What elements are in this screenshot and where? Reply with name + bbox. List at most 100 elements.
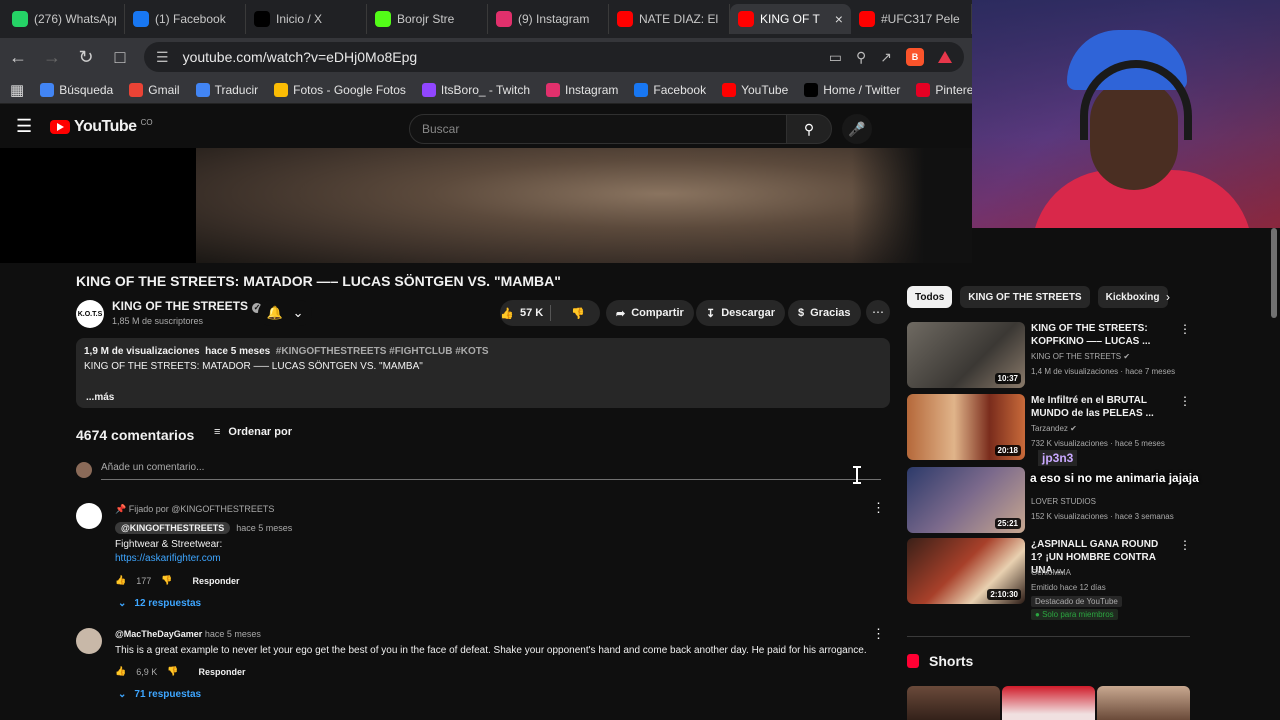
- site-settings-icon[interactable]: ☰: [156, 49, 169, 66]
- brave-shield-icon[interactable]: B: [906, 48, 924, 66]
- search-input[interactable]: Buscar: [409, 114, 787, 144]
- comment-author-avatar[interactable]: [76, 503, 102, 529]
- browser-tab[interactable]: Borojr Stre: [367, 4, 488, 34]
- comment-link[interactable]: https://askarifighter.com: [115, 553, 221, 564]
- channel-avatar[interactable]: K.O.T.S: [76, 300, 104, 328]
- url-text[interactable]: youtube.com/watch?v=eDHj0Mo8Epg: [183, 49, 815, 65]
- browser-tab[interactable]: NATE DIAZ: El: [609, 4, 730, 34]
- browser-tab[interactable]: KING OF T ×: [730, 4, 851, 34]
- browser-tab[interactable]: #UFC317 Pele: [851, 4, 972, 34]
- video-menu-icon[interactable]: ⋮: [1179, 322, 1191, 336]
- channel-name-text[interactable]: KING OF THE STREETS: [112, 299, 248, 313]
- voice-search-button[interactable]: 🎤: [842, 114, 872, 144]
- bookmark-item[interactable]: YouTube: [722, 82, 788, 97]
- short-thumbnail[interactable]: [1002, 686, 1095, 720]
- video-player[interactable]: [0, 148, 972, 263]
- youtube-logo[interactable]: YouTube CO: [50, 118, 153, 136]
- back-arrow-icon[interactable]: ←: [8, 47, 28, 68]
- scrollbar[interactable]: [1268, 228, 1280, 720]
- comment-author[interactable]: @KINGOFTHESTREETS: [115, 522, 231, 534]
- reload-icon[interactable]: ↻: [76, 47, 96, 68]
- share-button[interactable]: ➦ Compartir: [606, 300, 694, 326]
- bookmark-item[interactable]: ItsBoro_ - Twitch: [421, 82, 530, 97]
- thanks-button[interactable]: $ Gracias: [788, 300, 861, 326]
- chip-kickboxing[interactable]: Kickboxing: [1097, 286, 1168, 308]
- video-thumbnail[interactable]: 10:37: [907, 322, 1025, 388]
- video-channel-name[interactable]: Tarzandez: [1031, 424, 1068, 433]
- video-channel[interactable]: Tarzandez ✔: [1031, 424, 1077, 433]
- short-thumbnail[interactable]: [1097, 686, 1190, 720]
- apps-grid-icon[interactable]: ▦: [10, 81, 24, 99]
- comment-menu-icon[interactable]: ⋮: [872, 626, 885, 642]
- comment-like-icon[interactable]: 👍: [115, 666, 126, 677]
- browser-tab[interactable]: (276) WhatsApp: [4, 4, 125, 34]
- cast-icon[interactable]: ▭: [829, 49, 842, 66]
- add-comment-input[interactable]: Añade un comentario...: [101, 462, 881, 480]
- forward-arrow-icon[interactable]: →: [42, 47, 62, 68]
- chip-todos[interactable]: Todos: [907, 286, 953, 308]
- browser-tab[interactable]: (1) Facebook: [125, 4, 246, 34]
- sort-comments-button[interactable]: ≡ Ordenar por: [214, 426, 292, 438]
- scrollbar-thumb[interactable]: [1271, 228, 1277, 318]
- reply-button[interactable]: Responder: [198, 667, 245, 677]
- youtube-header: ☰ YouTube CO Buscar ⚲ 🎤: [0, 104, 972, 148]
- comment-menu-icon[interactable]: ⋮: [872, 500, 885, 516]
- chevron-right-icon[interactable]: ›: [1166, 290, 1170, 304]
- video-thumbnail[interactable]: 20:18: [907, 394, 1025, 460]
- browser-tab[interactable]: Inicio / X: [246, 4, 367, 34]
- search-button[interactable]: ⚲: [786, 114, 832, 144]
- comment-author[interactable]: @MacTheDayGamer: [115, 629, 202, 639]
- video-channel-name[interactable]: KING OF THE STREETS: [1031, 352, 1121, 361]
- bookmark-item[interactable]: Facebook: [634, 82, 706, 97]
- short-thumbnail[interactable]: [907, 686, 1000, 720]
- bookmark-icon[interactable]: □: [110, 47, 130, 68]
- comment-dislike-icon[interactable]: 👎: [167, 666, 178, 677]
- video-frame: [196, 148, 972, 263]
- video-title[interactable]: Me Infiltré en el BRUTAL MUNDO de las PE…: [1031, 394, 1171, 420]
- bookmark-item[interactable]: Pinterest - (: [916, 82, 972, 97]
- video-channel[interactable]: GenioMMA: [1031, 568, 1071, 577]
- bookmark-item[interactable]: Búsqueda: [40, 82, 113, 97]
- channel-name[interactable]: KING OF THE STREETS ✓: [112, 299, 263, 313]
- comment-author-avatar[interactable]: [76, 628, 102, 654]
- download-button[interactable]: ↧ Descargar: [696, 300, 786, 326]
- bookmark-item[interactable]: Gmail: [129, 82, 180, 97]
- close-tab-icon[interactable]: ×: [835, 11, 843, 27]
- zoom-icon[interactable]: ⚲: [856, 49, 866, 66]
- bookmark-item[interactable]: Fotos - Google Fotos: [274, 82, 406, 97]
- comment-dislike-icon[interactable]: 👎: [161, 575, 172, 586]
- thumbs-up-icon: 👍: [500, 307, 514, 320]
- more-actions-button[interactable]: ⋯: [866, 300, 890, 324]
- show-more-link[interactable]: ...más: [84, 392, 882, 403]
- comment-time[interactable]: hace 5 meses: [205, 629, 261, 639]
- shorts-icon: [907, 654, 919, 668]
- comment-like-icon[interactable]: 👍: [115, 575, 126, 586]
- share-icon[interactable]: ↗: [880, 49, 892, 66]
- recommended-video[interactable]: 2:10:30 ¿ASPINALL GANA ROUND 1? ¡UN HOMB…: [907, 538, 1191, 622]
- video-title[interactable]: KING OF THE STREETS: KOPFKINO —– LUCAS .…: [1031, 322, 1171, 348]
- view-replies-button[interactable]: ⌄ 71 respuestas: [118, 689, 201, 700]
- video-menu-icon[interactable]: ⋮: [1179, 538, 1191, 552]
- comment-time[interactable]: hace 5 meses: [236, 523, 292, 533]
- video-channel[interactable]: LOVER STUDIOS: [1031, 497, 1096, 506]
- video-thumbnail[interactable]: 2:10:30: [907, 538, 1025, 604]
- description-box[interactable]: 1,9 M de visualizaciones hace 5 meses #K…: [76, 338, 890, 408]
- video-thumbnail[interactable]: 25:21: [907, 467, 1025, 533]
- bookmark-item[interactable]: Traducir: [195, 82, 258, 97]
- address-bar[interactable]: ☰ youtube.com/watch?v=eDHj0Mo8Epg ▭ ⚲ ↗ …: [144, 42, 964, 72]
- recommended-video[interactable]: 10:37 KING OF THE STREETS: KOPFKINO —– L…: [907, 322, 1191, 390]
- chip-king-of-the-streets[interactable]: KING OF THE STREETS: [960, 286, 1090, 308]
- bookmark-item[interactable]: Home / Twitter: [804, 82, 900, 97]
- brave-rewards-icon[interactable]: [938, 51, 952, 63]
- menu-icon[interactable]: ☰: [16, 116, 32, 137]
- like-button[interactable]: 👍 57 K: [500, 300, 544, 326]
- view-replies-button[interactable]: ⌄ 12 respuestas: [118, 598, 201, 609]
- browser-tab[interactable]: (9) Instagram: [488, 4, 609, 34]
- subscribed-bell-button[interactable]: 🔔 ⌄: [258, 300, 312, 326]
- reply-button[interactable]: Responder: [192, 576, 239, 586]
- hashtags[interactable]: #KINGOFTHESTREETS #FIGHTCLUB #KOTS: [276, 346, 489, 357]
- bookmark-item[interactable]: Instagram: [546, 82, 618, 97]
- dislike-button[interactable]: 👎: [557, 300, 601, 326]
- video-menu-icon[interactable]: ⋮: [1179, 394, 1191, 408]
- video-channel[interactable]: KING OF THE STREETS ✔: [1031, 352, 1130, 361]
